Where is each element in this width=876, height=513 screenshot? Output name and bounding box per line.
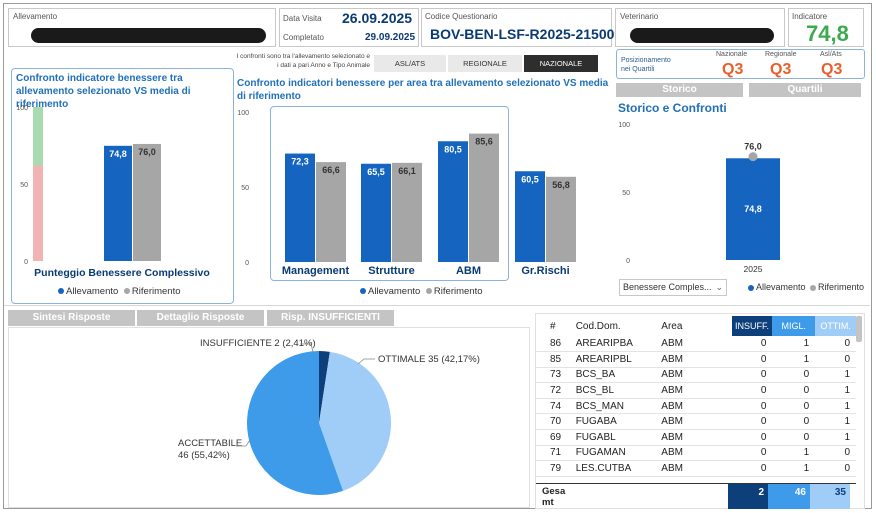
- cell-migl: 1: [772, 351, 816, 368]
- leader-ottimale: [357, 358, 375, 365]
- cell-area: ABM: [658, 429, 732, 446]
- cell-migl: 1: [772, 336, 816, 353]
- cell-area: ABM: [658, 382, 732, 399]
- cell-migl: 0: [772, 429, 816, 446]
- cell-area: ABM: [658, 336, 732, 353]
- cell-area: ABM: [658, 413, 732, 431]
- table-row[interactable]: 72 BCS_BL ABM 0 0 1: [536, 382, 856, 399]
- cell-migl: 0: [772, 413, 816, 431]
- cell-ottim: 0: [815, 351, 856, 368]
- table-row[interactable]: 69 FUGABL ABM 0 0 1: [536, 429, 856, 446]
- cell-insuff: 0: [731, 367, 773, 384]
- table-row[interactable]: 73 BCS_BA ABM 0 0 1: [536, 367, 856, 384]
- col-header-insuff[interactable]: INSUFF.: [731, 316, 773, 336]
- cell-migl: 0: [772, 382, 816, 399]
- cell-ottim: 0: [815, 445, 856, 462]
- totals-label-line1: Gesa: [542, 486, 566, 497]
- col-header-migl[interactable]: MIGL.: [772, 316, 816, 336]
- cell-cod: FUGABL: [572, 429, 659, 446]
- totals-label: Gesa mt: [542, 486, 565, 508]
- total-migl: 46: [768, 484, 810, 509]
- risposte-table: # Cod.Dom. Area INSUFF. MIGL. OTTIM. 86 A…: [536, 316, 856, 477]
- col-header-area[interactable]: Area: [658, 316, 731, 336]
- col-header-num[interactable]: #: [536, 316, 573, 336]
- cell-insuff: 0: [731, 445, 773, 462]
- cell-insuff: 0: [731, 413, 773, 431]
- totals-label-line2: mt: [542, 497, 554, 508]
- cell-insuff: 0: [731, 336, 773, 353]
- cell-ottim: 1: [815, 367, 856, 384]
- table-row[interactable]: 86 AREARIPBA ABM 0 1 0: [536, 336, 856, 353]
- leader-insufficiente: [300, 343, 314, 353]
- cell-insuff: 0: [731, 398, 773, 415]
- table-row[interactable]: 79 LES.CUTBA ABM 0 1 0: [536, 460, 856, 477]
- cell-cod: BCS_BL: [572, 382, 659, 399]
- cell-num: 85: [536, 351, 573, 368]
- col-header-ottim[interactable]: OTTIM.: [815, 316, 856, 336]
- col-header-cod[interactable]: Cod.Dom.: [573, 316, 659, 336]
- cell-num: 74: [536, 398, 573, 415]
- table-row[interactable]: 70 FUGABA ABM 0 0 1: [536, 413, 856, 431]
- cell-ottim: 1: [815, 429, 856, 446]
- leader-accettabile: [236, 439, 251, 447]
- cell-num: 70: [536, 413, 573, 431]
- cell-migl: 1: [772, 445, 816, 462]
- cell-area: ABM: [658, 351, 732, 368]
- cell-num: 72: [536, 382, 573, 399]
- cell-area: ABM: [658, 367, 732, 384]
- cell-cod: FUGABA: [572, 413, 659, 431]
- cell-cod: AREARIPBL: [572, 351, 659, 368]
- risposte-table-panel: # Cod.Dom. Area INSUFF. MIGL. OTTIM. 86 A…: [535, 313, 865, 509]
- cell-area: ABM: [658, 445, 732, 462]
- table-row[interactable]: 74 BCS_MAN ABM 0 0 1: [536, 398, 856, 415]
- cell-cod: AREARIPBA: [572, 336, 659, 353]
- cell-area: ABM: [658, 460, 732, 477]
- cell-ottim: 1: [815, 398, 856, 415]
- cell-cod: BCS_MAN: [572, 398, 659, 415]
- table-totals-row: Gesa mt 2 46 35: [536, 483, 856, 509]
- cell-cod: LES.CUTBA: [572, 460, 659, 477]
- cell-ottim: 0: [815, 336, 856, 353]
- cell-cod: BCS_BA: [572, 367, 659, 384]
- table-header-row: # Cod.Dom. Area INSUFF. MIGL. OTTIM.: [536, 316, 856, 336]
- cell-insuff: 0: [731, 460, 773, 477]
- table-row[interactable]: 71 FUGAMAN ABM 0 1 0: [536, 445, 856, 462]
- cell-insuff: 0: [731, 429, 773, 446]
- cell-cod: FUGAMAN: [572, 445, 659, 462]
- total-ottim: 35: [810, 484, 850, 509]
- cell-area: ABM: [658, 398, 732, 415]
- cell-insuff: 0: [731, 351, 773, 368]
- cell-num: 86: [536, 336, 573, 353]
- cell-ottim: 0: [815, 460, 856, 477]
- cell-num: 79: [536, 460, 573, 477]
- table-row[interactable]: 85 AREARIPBL ABM 0 1 0: [536, 351, 856, 368]
- table-scrollbar[interactable]: [856, 316, 862, 342]
- cell-num: 69: [536, 429, 573, 446]
- cell-insuff: 0: [731, 382, 773, 399]
- cell-migl: 0: [772, 398, 816, 415]
- cell-ottim: 1: [815, 413, 856, 431]
- total-insuff: 2: [728, 484, 768, 509]
- cell-migl: 1: [772, 460, 816, 477]
- cell-ottim: 1: [815, 382, 856, 399]
- cell-num: 73: [536, 367, 573, 384]
- cell-num: 71: [536, 445, 573, 462]
- cell-migl: 0: [772, 367, 816, 384]
